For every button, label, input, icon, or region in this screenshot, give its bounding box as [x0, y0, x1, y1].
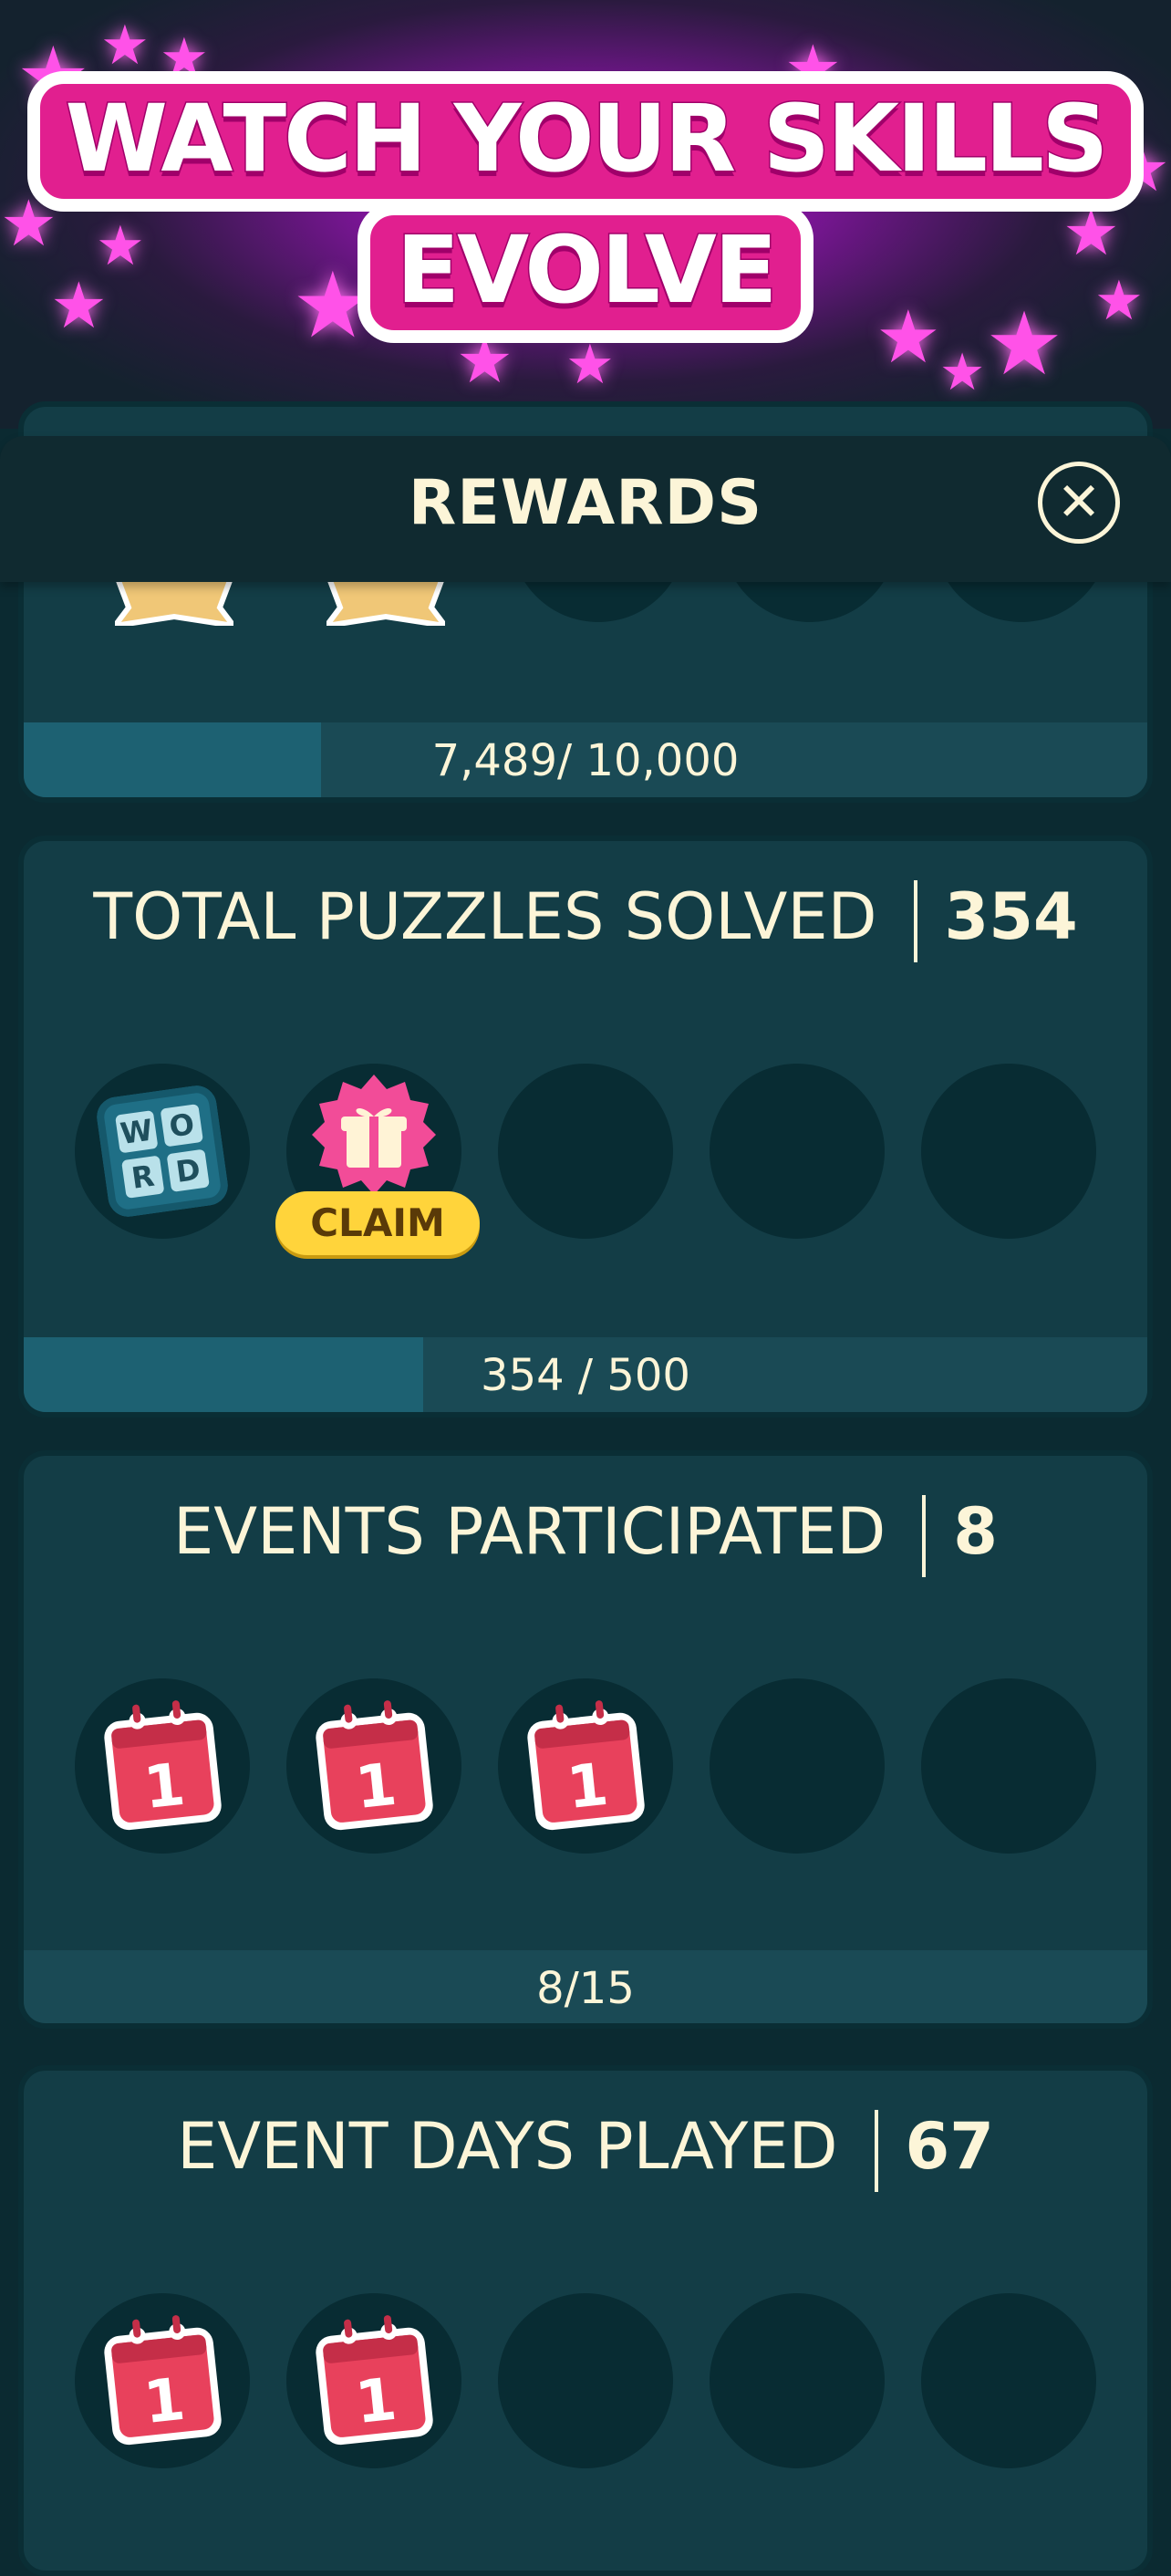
progress-label: 354 / 500	[481, 1350, 690, 1401]
card-count: 354	[944, 879, 1078, 954]
card-heading: TOTAL PUZZLES SOLVED 354	[24, 879, 1147, 962]
progress-label: 8/15	[536, 1963, 635, 2014]
medal-slot-calendar: 1	[75, 2293, 250, 2468]
calendar-icon: 1	[316, 1700, 433, 1831]
divider	[874, 2109, 878, 2192]
medal-slot-calendar: 1	[286, 1678, 461, 1854]
star-decoration: ★	[100, 15, 150, 76]
medal-slot-calendar: 1	[75, 1678, 250, 1854]
empty-medal-slot	[498, 2293, 673, 2468]
medal-slot-word: W O R D	[75, 1064, 250, 1239]
empty-medal-slot	[710, 2293, 885, 2468]
page-title: REWARDS	[408, 467, 763, 539]
empty-medal-slot	[921, 1678, 1096, 1854]
promo-headline-line1: WATCH YOUR SKILLS	[26, 71, 1145, 212]
svg-text:1: 1	[352, 2366, 399, 2437]
promo-headline-line2: EVOLVE	[358, 203, 813, 343]
star-decoration: ★	[565, 334, 615, 395]
empty-medal-slot	[921, 1064, 1096, 1239]
progress-bar: 8/15	[24, 1950, 1147, 2023]
reward-card-puzzles-solved: TOTAL PUZZLES SOLVED 354 W O R D CLAIM 35…	[18, 836, 1153, 1418]
calendar-icon: 1	[104, 2315, 222, 2446]
card-heading: EVENTS PARTICIPATED 8	[24, 1494, 1147, 1577]
progress-bar: 7,489/ 10,000	[24, 722, 1147, 797]
calendar-icon: 1	[527, 1700, 645, 1831]
calendar-icon: 1	[104, 1700, 222, 1831]
promo-banner: ★ ★ ★ ★ ★ ★ ★ ★ ★ ★ ★ ★ ★ ★ ★ ★ WATCH YO…	[0, 0, 1171, 429]
svg-text:1: 1	[140, 2366, 188, 2437]
rewards-header: REWARDS ✕	[0, 436, 1171, 582]
reward-card-event-days-played: EVENT DAYS PLAYED 67 1 1	[18, 2065, 1153, 2576]
reward-card-events-participated: EVENTS PARTICIPATED 8 1 1 1 8/15	[18, 1450, 1153, 2029]
progress-bar: 354 / 500	[24, 1337, 1147, 1412]
empty-medal-slot	[710, 1064, 885, 1239]
claim-button[interactable]: CLAIM	[275, 1191, 480, 1255]
promo-headline: WATCH YOUR SKILLS	[0, 71, 1171, 212]
card-title: EVENTS PARTICIPATED	[172, 1494, 886, 1569]
word-tile: W	[115, 1110, 159, 1154]
svg-text:1: 1	[140, 1751, 188, 1823]
calendar-icon: 1	[316, 2315, 433, 2446]
empty-medal-slot	[921, 2293, 1096, 2468]
empty-medal-slot	[498, 1064, 673, 1239]
gift-icon	[312, 1075, 436, 1195]
divider	[913, 879, 917, 962]
empty-medal-slot	[710, 1678, 885, 1854]
progress-label: 7,489/ 10,000	[431, 735, 740, 786]
close-icon: ✕	[1056, 471, 1102, 533]
card-heading: EVENT DAYS PLAYED 67	[24, 2109, 1147, 2192]
medal-slot-calendar: 1	[286, 2293, 461, 2468]
medal-slot-calendar: 1	[498, 1678, 673, 1854]
word-tile: O	[160, 1104, 203, 1148]
close-button[interactable]: ✕	[1038, 462, 1120, 544]
card-title: TOTAL PUZZLES SOLVED	[93, 879, 877, 954]
card-title: EVENT DAYS PLAYED	[177, 2109, 838, 2184]
card-count: 8	[953, 1494, 999, 1569]
word-puzzle-icon: W O R D	[94, 1083, 231, 1220]
svg-text:1: 1	[564, 1751, 611, 1823]
promo-headline-2: EVOLVE	[0, 203, 1171, 343]
word-tile: D	[166, 1148, 210, 1192]
star-decoration: ★	[939, 343, 986, 400]
divider	[922, 1494, 927, 1577]
medal-slot-claimable[interactable]: CLAIM	[275, 1064, 480, 1255]
card-count: 67	[905, 2109, 994, 2184]
word-tile: R	[121, 1155, 165, 1199]
svg-text:1: 1	[352, 1751, 399, 1823]
